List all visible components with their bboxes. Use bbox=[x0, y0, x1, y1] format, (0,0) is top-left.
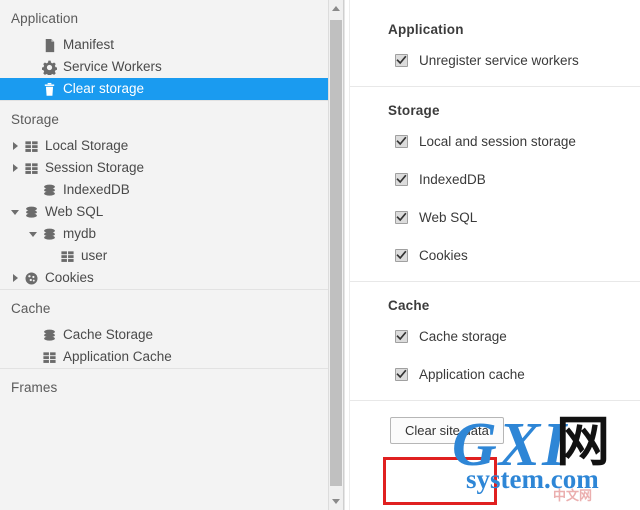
tree-section-title: Frames bbox=[11, 380, 58, 395]
tree-item-label: Manifest bbox=[63, 37, 115, 52]
clear-group-title: Application bbox=[388, 22, 464, 37]
tree-item-label: mydb bbox=[63, 226, 97, 241]
clear-option-label: IndexedDB bbox=[419, 171, 486, 187]
tree-item-label: Service Workers bbox=[63, 59, 162, 74]
clear-option-indexeddb[interactable]: IndexedDB bbox=[350, 167, 640, 191]
tree-item-label: Cache Storage bbox=[63, 327, 154, 342]
clear-storage-group-list: Application Unregister service workers Sto… bbox=[350, 0, 640, 401]
tree-item-label: Cookies bbox=[45, 270, 94, 285]
tree-section-cache: Cache Cache Storage Application Cache bbox=[0, 289, 343, 368]
clear-option-label: Unregister service workers bbox=[419, 52, 579, 68]
clear-option-label: Cookies bbox=[419, 247, 468, 263]
tree-section-title: Storage bbox=[11, 112, 59, 127]
clear-group-storage: Storage Local and session storage IndexedD… bbox=[350, 87, 640, 282]
document-icon bbox=[40, 36, 58, 54]
clear-group-cache: Cache Cache storage Application cache bbox=[350, 282, 640, 401]
table-icon bbox=[58, 247, 76, 265]
cookie-icon bbox=[22, 269, 40, 287]
checkbox-checked[interactable] bbox=[395, 172, 408, 186]
tree-item-label: Application Cache bbox=[63, 349, 172, 364]
clear-storage-devtools-panel: Application Manifest Service Workers Clear … bbox=[0, 0, 640, 510]
table-icon bbox=[40, 348, 58, 366]
tree-item-application-cache[interactable]: Application Cache bbox=[0, 346, 343, 368]
application-tree-panel: Application Manifest Service Workers Clear … bbox=[0, 0, 344, 510]
tree-section-frames: Frames bbox=[0, 368, 343, 403]
clear-group-title: Cache bbox=[388, 298, 430, 313]
clear-option-label: Cache storage bbox=[419, 328, 507, 344]
tree-item-label: IndexedDB bbox=[63, 182, 130, 197]
clear-option-unregister-service-workers[interactable]: Unregister service workers bbox=[350, 48, 640, 72]
table-icon bbox=[22, 159, 40, 177]
tree-item-label: Web SQL bbox=[45, 204, 104, 219]
tree-item-label: user bbox=[81, 248, 108, 263]
collapse-triangle-icon[interactable] bbox=[8, 201, 22, 223]
checkbox-checked[interactable] bbox=[395, 367, 408, 381]
tree-item-local-storage[interactable]: Local Storage bbox=[0, 135, 343, 157]
gear-icon bbox=[40, 58, 58, 76]
checkbox-checked[interactable] bbox=[395, 210, 408, 224]
clear-site-data-button[interactable]: Clear site data bbox=[390, 417, 504, 444]
tree-section-list: Application Manifest Service Workers Clear … bbox=[0, 0, 343, 403]
scroll-up-arrow-icon[interactable] bbox=[329, 0, 343, 17]
tree-section-title: Application bbox=[11, 11, 79, 26]
clear-option-label: Web SQL bbox=[419, 209, 478, 225]
tree-item-service-workers[interactable]: Service Workers bbox=[0, 56, 343, 78]
table-icon bbox=[22, 137, 40, 155]
expand-triangle-icon[interactable] bbox=[8, 157, 22, 179]
tree-item-indexeddb[interactable]: IndexedDB bbox=[0, 179, 343, 201]
clear-storage-actions: Clear site data bbox=[350, 401, 640, 444]
tree-item-user[interactable]: user bbox=[0, 245, 343, 267]
clear-option-web-sql[interactable]: Web SQL bbox=[350, 205, 640, 229]
tree-item-cookies[interactable]: Cookies bbox=[0, 267, 343, 289]
database-icon bbox=[22, 203, 40, 221]
tree-vertical-scrollbar[interactable] bbox=[328, 0, 343, 510]
tree-item-label: Clear storage bbox=[63, 81, 145, 96]
checkbox-checked[interactable] bbox=[395, 248, 408, 262]
checkbox-checked[interactable] bbox=[395, 329, 408, 343]
tree-section-title: Cache bbox=[11, 301, 51, 316]
trash-icon bbox=[40, 80, 58, 98]
clear-option-label: Application cache bbox=[419, 366, 525, 382]
collapse-triangle-icon[interactable] bbox=[26, 223, 40, 245]
checkbox-checked[interactable] bbox=[395, 134, 408, 148]
tree-item-clear-storage[interactable]: Clear storage bbox=[0, 78, 343, 100]
expand-triangle-icon[interactable] bbox=[8, 135, 22, 157]
tree-item-session-storage[interactable]: Session Storage bbox=[0, 157, 343, 179]
database-icon bbox=[40, 225, 58, 243]
tree-item-label: Local Storage bbox=[45, 138, 129, 153]
checkbox-checked[interactable] bbox=[395, 53, 408, 67]
clear-storage-options-inner: Application Unregister service workers Sto… bbox=[349, 0, 640, 510]
clear-group-application: Application Unregister service workers bbox=[350, 0, 640, 87]
database-icon bbox=[40, 181, 58, 199]
tree-item-mydb[interactable]: mydb bbox=[0, 223, 343, 245]
clear-option-cookies[interactable]: Cookies bbox=[350, 243, 640, 267]
scroll-down-arrow-icon[interactable] bbox=[329, 493, 343, 510]
tree-section-storage: Storage Local Storage Session Storage Index… bbox=[0, 100, 343, 289]
clear-option-application-cache[interactable]: Application cache bbox=[350, 362, 640, 386]
clear-storage-options-panel: Application Unregister service workers Sto… bbox=[344, 0, 640, 510]
clear-option-label: Local and session storage bbox=[419, 133, 576, 149]
clear-option-local-and-session-storage[interactable]: Local and session storage bbox=[350, 129, 640, 153]
clear-option-cache-storage[interactable]: Cache storage bbox=[350, 324, 640, 348]
tree-item-manifest[interactable]: Manifest bbox=[0, 34, 343, 56]
expand-triangle-icon[interactable] bbox=[8, 267, 22, 289]
tree-item-web-sql[interactable]: Web SQL bbox=[0, 201, 343, 223]
scrollbar-thumb[interactable] bbox=[330, 20, 342, 486]
tree-item-cache-storage[interactable]: Cache Storage bbox=[0, 324, 343, 346]
clear-group-title: Storage bbox=[388, 103, 440, 118]
tree-item-label: Session Storage bbox=[45, 160, 145, 175]
tree-section-application: Application Manifest Service Workers Clear … bbox=[0, 0, 343, 100]
database-icon bbox=[40, 326, 58, 344]
